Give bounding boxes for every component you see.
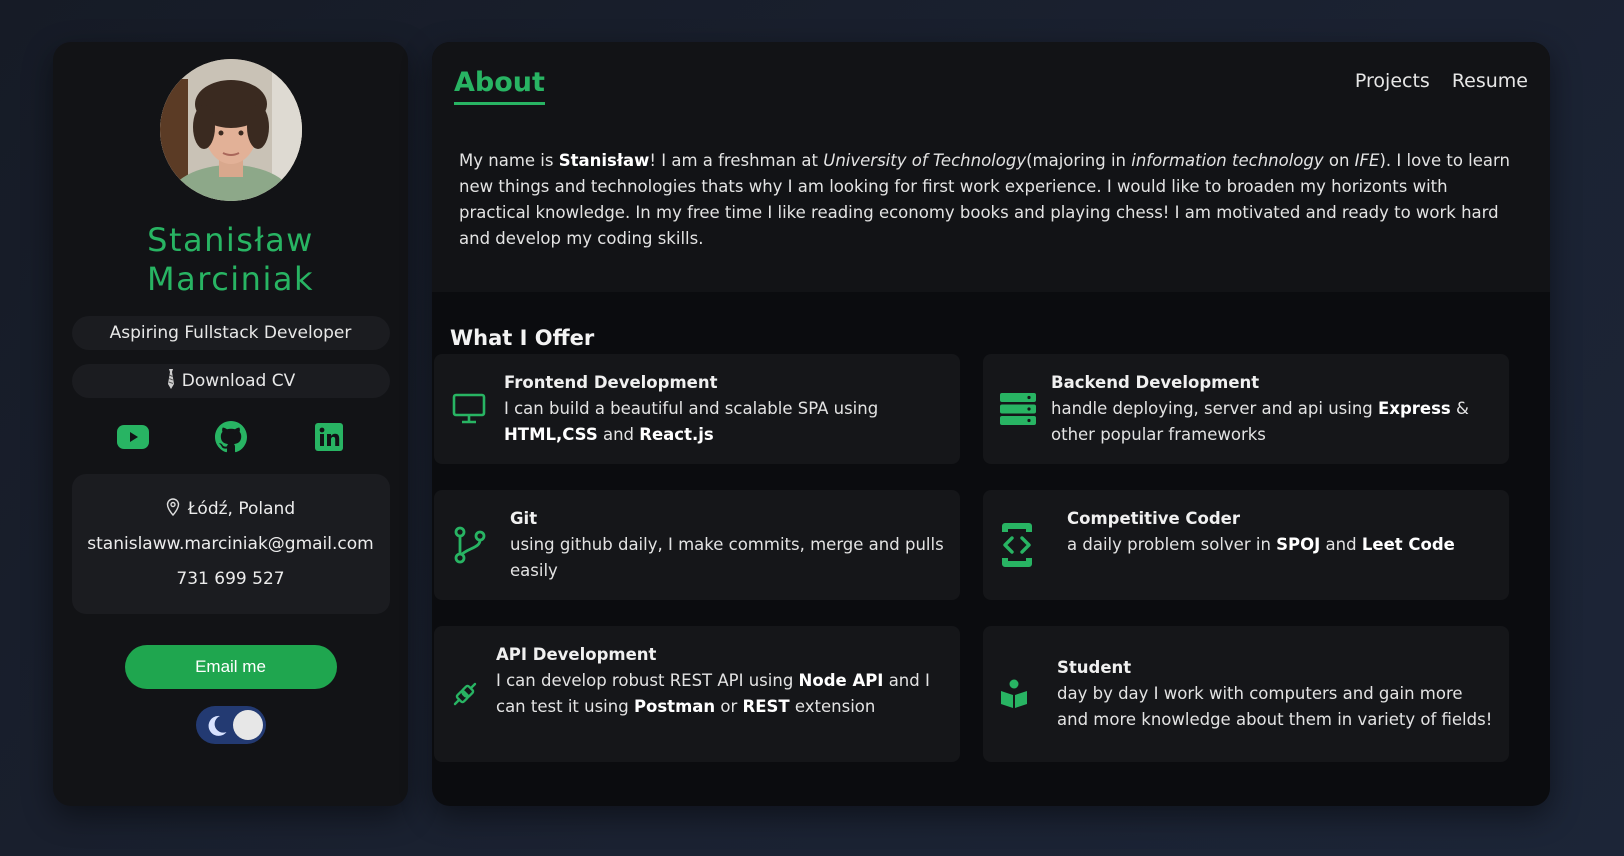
about-text-3: (majoring in: [1026, 151, 1132, 170]
about-paragraph: My name is Stanisław! I am a freshman at…: [459, 148, 1519, 252]
student-title: Student: [1057, 658, 1132, 677]
nav-projects[interactable]: Projects: [1355, 70, 1430, 92]
map-pin-icon: [166, 497, 180, 521]
nav-resume[interactable]: Resume: [1452, 70, 1528, 92]
git-desc: using github daily, I make commits, merg…: [510, 535, 944, 580]
offer-card-coder: Competitive Coder a daily problem solver…: [983, 490, 1509, 600]
coder-title: Competitive Coder: [1067, 509, 1241, 528]
coder-desc-1: a daily problem solver in: [1067, 535, 1277, 554]
frontend-desc-b1: HTML,CSS: [504, 425, 598, 444]
about-university: University of Technology: [823, 151, 1027, 170]
role-badge: Aspiring Fullstack Developer: [71, 316, 390, 350]
location-text: Łódź, Poland: [187, 499, 296, 519]
backend-desc-b1: Express: [1378, 399, 1451, 418]
profile-sidebar: Stanisław Marciniak Aspiring Fullstack D…: [53, 42, 408, 806]
about-text-1: My name is: [459, 151, 559, 170]
backend-desc-1: handle deploying, server and api using: [1051, 399, 1379, 418]
api-desc-4: extension: [789, 697, 876, 716]
about-text-4: on: [1323, 151, 1355, 170]
main-panel: About Projects Resume My name is Stanisł…: [432, 42, 1550, 806]
last-name: Marciniak: [147, 260, 314, 298]
youtube-icon[interactable]: [114, 420, 152, 454]
about-text-2: ! I am a freshman at: [649, 151, 824, 170]
frontend-desc-1: I can build a beautiful and scalable SPA…: [504, 399, 879, 418]
about-faculty: IFE: [1354, 151, 1380, 170]
social-links: [72, 420, 390, 454]
tab-about[interactable]: About: [454, 66, 545, 105]
about-name: Stanisław: [558, 151, 650, 170]
tie-icon: [166, 369, 176, 393]
frontend-title: Frontend Development: [504, 373, 718, 392]
offer-heading: What I Offer: [450, 326, 595, 350]
frontend-desc-2: and: [597, 425, 640, 444]
theme-toggle[interactable]: [195, 706, 266, 744]
api-desc-b2: Postman: [633, 697, 716, 716]
offer-card-api: API Development I can develop robust RES…: [434, 626, 960, 762]
backend-title: Backend Development: [1051, 373, 1260, 392]
student-icon: [999, 679, 1029, 709]
location-row: Łódź, Poland: [166, 497, 296, 521]
offer-card-student: Student day by day I work with computers…: [983, 626, 1509, 762]
offer-card-git: Git using github daily, I make commits, …: [434, 490, 960, 600]
download-cv-label: Download CV: [181, 371, 296, 391]
moon-icon: [205, 713, 229, 741]
code-file-icon: [999, 521, 1035, 569]
phone-text[interactable]: 731 699 527: [176, 568, 284, 590]
offer-card-backend: Backend Development handle deploying, se…: [983, 354, 1509, 464]
server-icon: [999, 393, 1037, 425]
first-name: Stanisław: [147, 221, 314, 259]
api-desc-b1: Node API: [798, 671, 884, 690]
api-desc-b3: REST: [742, 697, 790, 716]
coder-desc-2: and: [1320, 535, 1362, 554]
coder-desc: a daily problem solver in SPOJ and Leet …: [1067, 532, 1455, 558]
frontend-desc: I can build a beautiful and scalable SPA…: [504, 396, 944, 448]
git-title: Git: [510, 509, 538, 528]
about-section: About Projects Resume My name is Stanisł…: [432, 42, 1550, 292]
backend-desc: handle deploying, server and api using E…: [1051, 396, 1493, 448]
coder-desc-b1: SPOJ: [1276, 535, 1321, 554]
coder-desc-b2: Leet Code: [1361, 535, 1455, 554]
offer-card-frontend: Frontend Development I can build a beaut…: [434, 354, 960, 464]
avatar: [159, 59, 302, 201]
git-branch-icon: [450, 525, 490, 565]
api-desc-1: I can develop robust REST API using: [496, 671, 799, 690]
email-me-button[interactable]: Email me: [124, 645, 337, 689]
email-text[interactable]: stanislaww.marciniak@gmail.com: [87, 533, 373, 555]
profile-name: Stanisław Marciniak: [147, 221, 314, 299]
student-desc: day by day I work with computers and gai…: [1057, 684, 1493, 729]
top-nav: Projects Resume: [1355, 70, 1528, 92]
frontend-desc-b2: React.js: [639, 425, 714, 444]
contact-card: Łódź, Poland stanislaww.marciniak@gmail.…: [71, 474, 390, 614]
api-title: API Development: [496, 645, 657, 664]
toggle-knob: [232, 710, 263, 740]
linkedin-icon[interactable]: [310, 420, 348, 454]
github-icon[interactable]: [212, 420, 250, 454]
download-cv-button[interactable]: Download CV: [71, 364, 390, 398]
api-desc: I can develop robust REST API using Node…: [496, 668, 944, 720]
plug-icon: [450, 681, 480, 707]
api-desc-3: or: [715, 697, 743, 716]
about-major: information technology: [1131, 151, 1324, 170]
monitor-icon: [450, 393, 488, 425]
